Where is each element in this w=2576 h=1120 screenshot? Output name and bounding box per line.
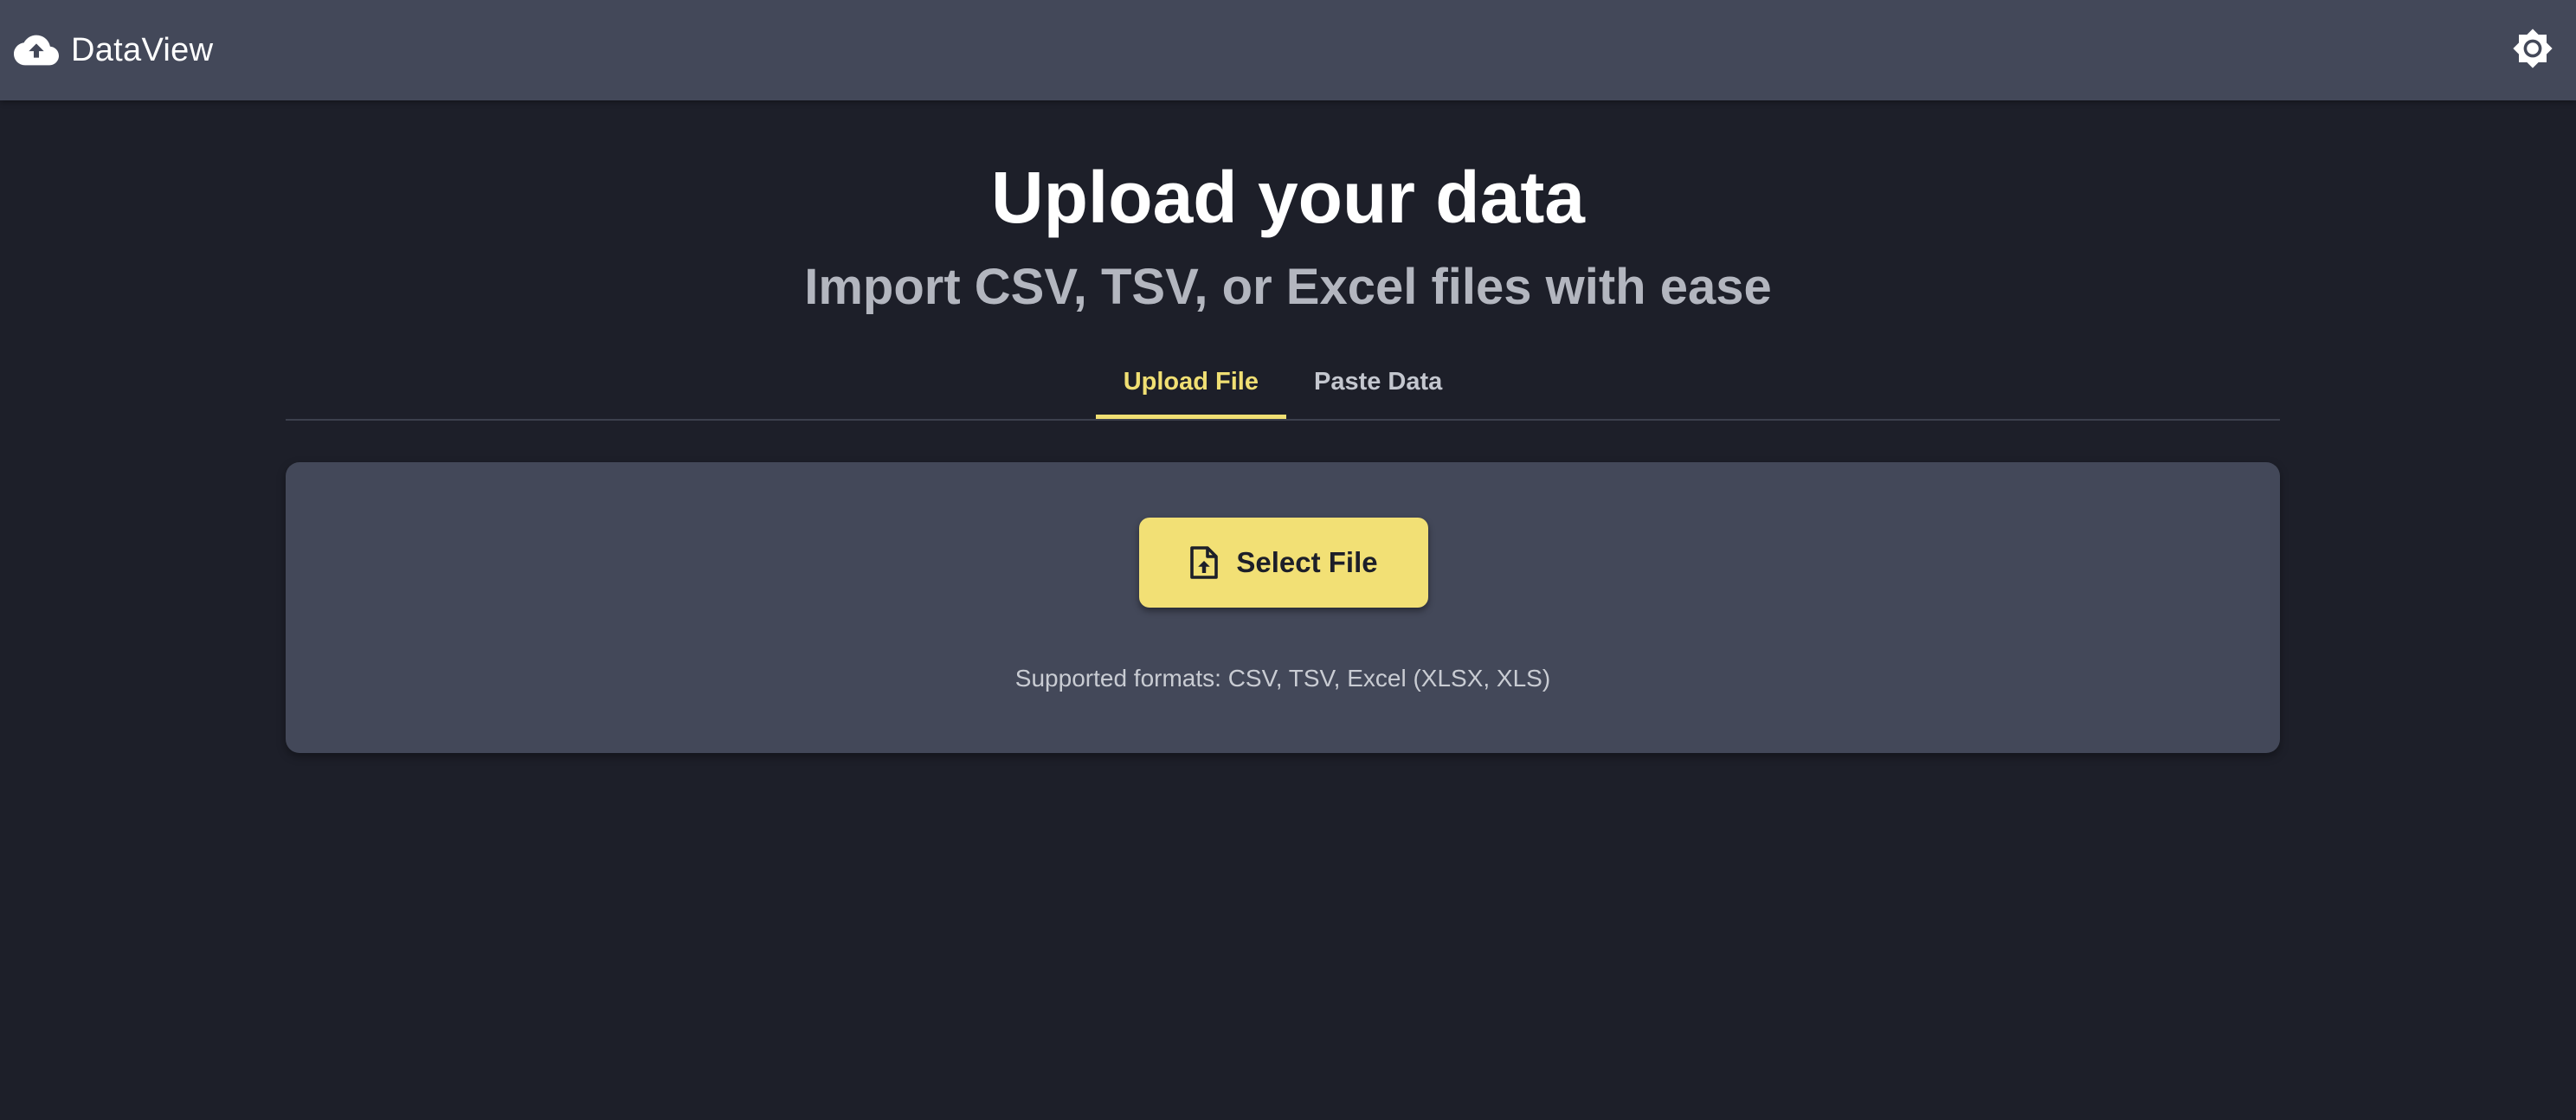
theme-toggle-button[interactable] xyxy=(2508,24,2557,73)
brand[interactable]: DataView xyxy=(14,24,213,76)
page-title: Upload your data xyxy=(990,157,1586,238)
select-file-label: Select File xyxy=(1236,546,1378,578)
supported-formats-text: Supported formats: CSV, TSV, Excel (XLSX… xyxy=(1014,665,1551,692)
page-subtitle: Import CSV, TSV, or Excel files with eas… xyxy=(804,259,1772,315)
brightness-icon xyxy=(2513,29,2553,68)
top-app-bar: DataView xyxy=(0,0,2576,100)
select-file-button[interactable]: Select File xyxy=(1139,518,1428,608)
cloud-upload-icon xyxy=(14,35,59,66)
tab-bar: Upload File Paste Data xyxy=(286,344,2280,421)
upload-panel: Select File Supported formats: CSV, TSV,… xyxy=(286,462,2280,753)
file-upload-icon xyxy=(1190,546,1219,579)
tab-upload-file[interactable]: Upload File xyxy=(1095,344,1286,419)
tab-paste-data[interactable]: Paste Data xyxy=(1286,344,1470,419)
app-name: DataView xyxy=(71,31,214,68)
